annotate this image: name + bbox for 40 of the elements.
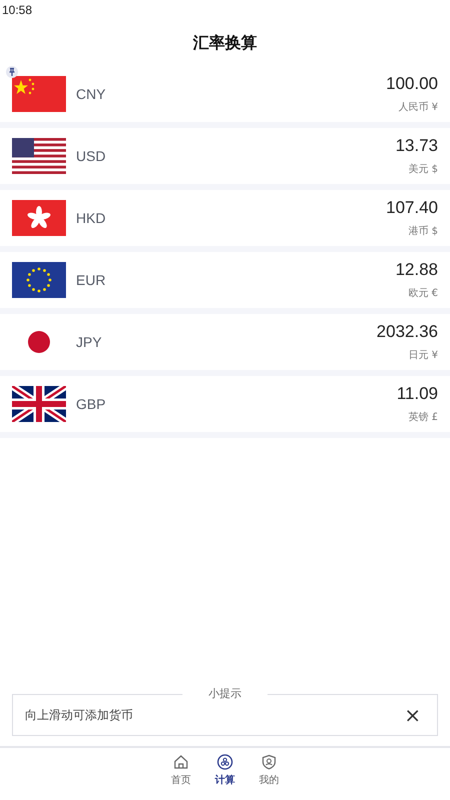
currency-row[interactable]: GBP 11.09 英镑 £ xyxy=(0,376,450,432)
currency-name: 英镑 £ xyxy=(408,410,438,424)
flag-icon xyxy=(12,386,66,422)
nav-tab[interactable]: 我的 xyxy=(255,754,283,800)
currency-code: USD xyxy=(76,148,106,164)
currency-name: 日元 ¥ xyxy=(408,349,438,362)
currency-row[interactable]: USD 13.73 美元 $ xyxy=(0,128,450,184)
nav-tab[interactable]: 计算 xyxy=(211,754,239,800)
currency-amount: 13.73 xyxy=(395,136,438,156)
flag-icon xyxy=(12,138,66,174)
currency-row[interactable]: HKD 107.40 港币 $ xyxy=(0,190,450,246)
flag-icon xyxy=(12,200,66,236)
circles-icon xyxy=(217,754,233,770)
status-time: 10:58 xyxy=(2,3,32,17)
currency-code: GBP xyxy=(76,396,106,412)
nav-tab[interactable]: 首页 xyxy=(167,754,195,800)
currency-code: JPY xyxy=(76,334,102,350)
currency-name: 美元 $ xyxy=(408,162,438,176)
tip-legend: 小提示 xyxy=(182,686,268,701)
flag-icon xyxy=(12,262,66,298)
flag-icon xyxy=(12,76,66,112)
tip-text: 向上滑动可添加货币 xyxy=(25,706,133,724)
currency-code: EUR xyxy=(76,272,106,288)
currency-row[interactable]: CNY 100.00 人民币 ¥ xyxy=(0,66,450,122)
shield-icon xyxy=(261,754,277,770)
currency-row[interactable]: JPY 2032.36 日元 ¥ xyxy=(0,314,450,370)
currency-amount: 11.09 xyxy=(396,384,438,404)
currency-code: HKD xyxy=(76,210,106,226)
currency-row[interactable]: EUR 12.88 欧元 € xyxy=(0,252,450,308)
currency-amount: 2032.36 xyxy=(376,322,438,342)
close-button[interactable]: × xyxy=(400,703,425,727)
page-title: 汇率换算 xyxy=(193,32,257,54)
currency-name: 港币 $ xyxy=(408,224,438,238)
currency-amount: 12.88 xyxy=(395,260,438,280)
currency-name: 人民币 ¥ xyxy=(398,100,438,114)
currency-amount: 107.40 xyxy=(386,198,438,218)
currency-code: CNY xyxy=(76,86,106,102)
currency-amount: 100.00 xyxy=(386,74,438,94)
currency-name: 欧元 € xyxy=(408,287,438,300)
home-icon xyxy=(173,754,189,770)
